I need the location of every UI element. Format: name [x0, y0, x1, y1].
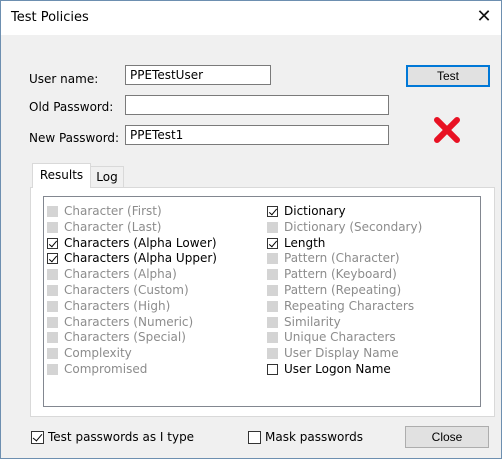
result-label: Characters (Alpha Lower): [64, 235, 217, 250]
result-label: Complexity: [64, 346, 132, 361]
result-item: Characters (Alpha Upper): [47, 251, 217, 267]
result-checkbox: [47, 316, 58, 328]
result-label: User Display Name: [284, 346, 399, 361]
result-label: Character (Last): [64, 219, 162, 234]
results-right-column: Dictionary Dictionary (Secondary) Length Pa…: [267, 204, 422, 378]
results-left-column: Character (First) Character (Last) Charact…: [47, 204, 217, 378]
close-button[interactable]: Close: [405, 426, 489, 448]
result-item: Characters (Alpha): [47, 267, 217, 283]
result-checkbox[interactable]: [267, 363, 278, 375]
result-item: Length: [267, 236, 422, 252]
test-button[interactable]: Test: [406, 65, 490, 87]
result-item: Characters (Numeric): [47, 315, 217, 331]
result-checkbox: [47, 284, 58, 296]
result-checkbox: [267, 269, 278, 281]
result-item: Pattern (Character): [267, 251, 422, 267]
result-label: Pattern (Character): [284, 251, 400, 266]
result-checkbox: [267, 348, 278, 360]
result-checkbox: [267, 284, 278, 296]
result-item: Similarity: [267, 315, 422, 331]
result-label: Dictionary (Secondary): [284, 219, 423, 234]
red-x-fail-icon: [434, 117, 460, 143]
result-checkbox: [47, 332, 58, 344]
result-label: Characters (Special): [64, 330, 186, 345]
tab-results[interactable]: Results: [32, 163, 91, 188]
title-bar: Test Policies ✕: [1, 1, 501, 35]
result-checkbox: [267, 332, 278, 344]
result-label: Characters (Alpha): [64, 267, 177, 282]
mask-passwords-label[interactable]: Mask passwords: [265, 430, 363, 444]
result-item: User Display Name: [267, 346, 422, 362]
result-item: Compromised: [47, 362, 217, 378]
result-item: Characters (Custom): [47, 283, 217, 299]
result-checkbox: [47, 363, 58, 375]
result-label: Dictionary: [284, 204, 346, 218]
results-tab-panel: Character (First) Character (Last) Charact…: [30, 187, 495, 417]
result-item: User Logon Name: [267, 362, 422, 378]
result-item: Pattern (Keyboard): [267, 267, 422, 283]
username-field[interactable]: [125, 65, 271, 85]
test-as-type-checkbox[interactable]: [31, 431, 44, 444]
result-label: User Logon Name: [284, 361, 391, 376]
test-as-type-label[interactable]: Test passwords as I type: [48, 430, 194, 444]
tab-log[interactable]: Log: [90, 166, 124, 187]
tab-log-label: Log: [96, 170, 118, 184]
result-checkbox: [47, 221, 58, 233]
result-checkbox[interactable]: [267, 237, 278, 249]
result-label: Character (First): [64, 204, 162, 218]
result-label: Length: [284, 235, 326, 250]
result-item: Character (First): [47, 204, 217, 220]
window-title: Test Policies: [11, 10, 89, 25]
tab-results-label: Results: [39, 168, 84, 182]
result-item: Characters (High): [47, 299, 217, 315]
result-checkbox: [47, 269, 58, 281]
result-label: Characters (High): [64, 298, 171, 313]
old-password-label: Old Password:: [29, 100, 114, 114]
result-checkbox: [47, 300, 58, 312]
result-label: Repeating Characters: [284, 298, 415, 313]
result-checkbox[interactable]: [47, 237, 58, 249]
result-label: Characters (Custom): [64, 282, 189, 297]
new-password-field[interactable]: [125, 125, 389, 145]
username-label: User name:: [29, 72, 99, 86]
result-item: Characters (Special): [47, 330, 217, 346]
result-item: Complexity: [47, 346, 217, 362]
result-checkbox: [267, 300, 278, 312]
result-label: Characters (Alpha Upper): [64, 251, 217, 266]
result-label: Unique Characters: [284, 330, 396, 345]
result-label: Pattern (Keyboard): [284, 267, 397, 282]
result-label: Characters (Numeric): [64, 314, 194, 329]
result-item: Repeating Characters: [267, 299, 422, 315]
test-policies-dialog: Test Policies ✕ User name: Old Password:…: [0, 0, 502, 459]
results-listbox[interactable]: Character (First) Character (Last) Charact…: [43, 196, 481, 407]
result-item: Character (Last): [47, 220, 217, 236]
result-checkbox: [47, 206, 58, 217]
mask-passwords-checkbox[interactable]: [248, 431, 261, 444]
result-item: Characters (Alpha Lower): [47, 236, 217, 252]
result-checkbox: [47, 348, 58, 360]
result-item: Dictionary: [267, 204, 422, 220]
result-checkbox: [267, 316, 278, 328]
result-checkbox[interactable]: [267, 206, 278, 217]
result-checkbox[interactable]: [47, 253, 58, 265]
result-item: Dictionary (Secondary): [267, 220, 422, 236]
result-label: Compromised: [64, 361, 148, 376]
result-label: Pattern (Repeating): [284, 282, 402, 297]
result-checkbox: [267, 221, 278, 233]
result-checkbox: [267, 253, 278, 265]
new-password-label: New Password:: [29, 131, 120, 145]
result-item: Pattern (Repeating): [267, 283, 422, 299]
result-item: Unique Characters: [267, 330, 422, 346]
result-label: Similarity: [284, 314, 341, 329]
close-window-icon[interactable]: ✕: [473, 5, 495, 29]
old-password-field[interactable]: [125, 95, 389, 115]
